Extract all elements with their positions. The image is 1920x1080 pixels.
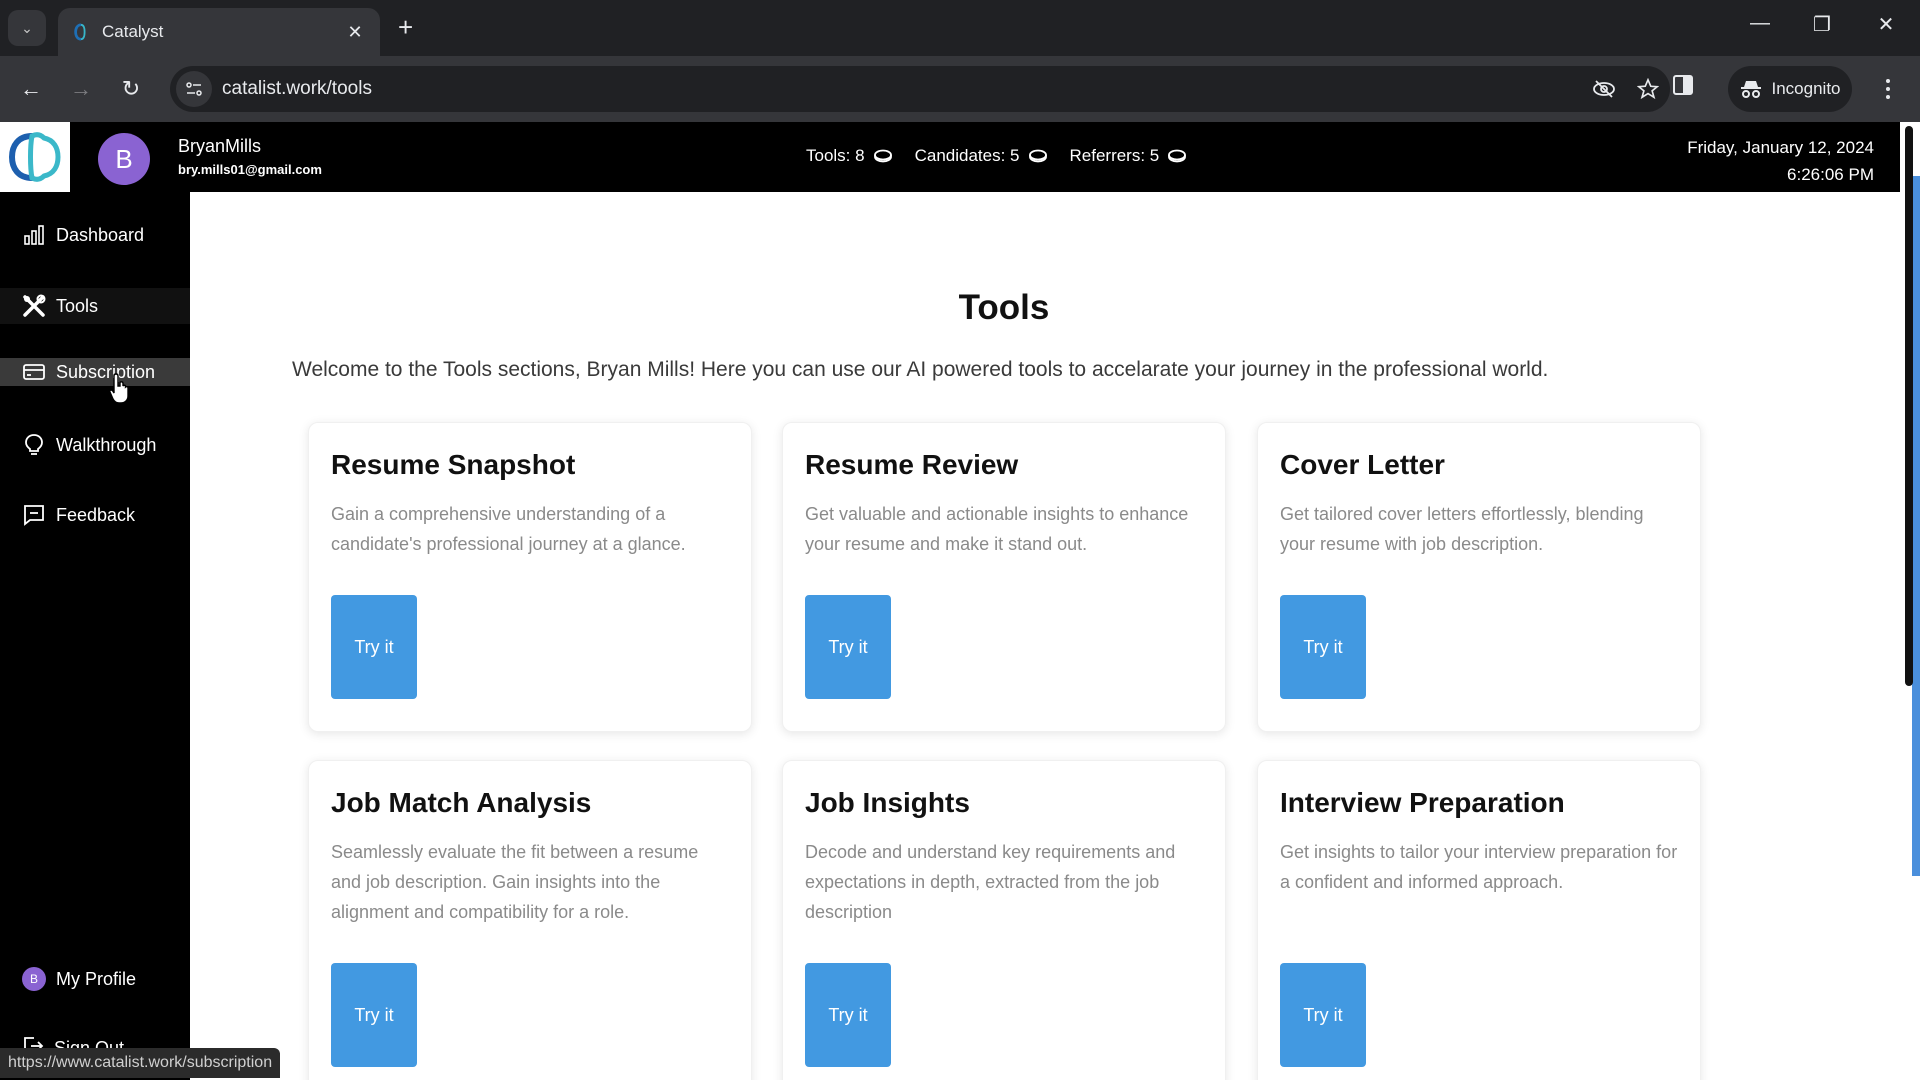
stat-label: Candidates: 5 [914,146,1020,165]
new-tab-button[interactable]: + [398,12,413,42]
try-it-button[interactable]: Try it [805,963,891,1067]
url-text: catalist.work/tools [222,78,372,99]
try-it-button[interactable]: Try it [1280,595,1366,699]
user-email: bry.mills01@gmail.com [178,162,322,177]
card-title: Cover Letter [1280,449,1445,480]
sidebar-item-label: Feedback [56,504,136,525]
card-title: Job Insights [805,787,970,818]
message-icon [22,503,46,527]
address-bar[interactable]: catalist.work/tools [170,66,1670,112]
tool-card-cover-letter: Cover Letter Get tailored cover letters … [1257,422,1701,732]
catalyst-logo-icon [8,132,61,182]
card-title: Resume Snapshot [331,449,576,480]
datetime: Friday, January 12, 2024 6:26:06 PM [1687,134,1874,188]
user-name: BryanMills [178,136,262,156]
browser-toolbar: ← → ↻ catalist.work/tools Incognito [0,56,1920,122]
stat-label: Tools: 8 [806,146,865,165]
link-status-tooltip: https://www.catalist.work/subscription [0,1048,281,1078]
profile-avatar: B [22,967,46,991]
coin-icon [1028,149,1047,163]
eye-off-icon[interactable] [1582,79,1626,99]
current-time: 6:26:06 PM [1787,165,1874,184]
side-panel-icon[interactable] [1672,74,1694,101]
current-date: Friday, January 12, 2024 [1687,138,1874,157]
browser-menu-icon[interactable] [1876,72,1900,106]
stat-tools: Tools: 8 [806,146,893,166]
minimize-icon[interactable]: — [1740,12,1780,35]
card-title: Interview Preparation [1280,787,1565,818]
coin-icon [873,149,892,163]
scrollbar-accent-strip [1912,176,1920,876]
main-content: Tools Welcome to the Tools sections, Bry… [190,192,1900,1080]
tool-card-job-match-analysis: Job Match Analysis Seamlessly evaluate t… [308,760,752,1080]
sidebar-item-subscription[interactable]: Subscription [0,358,190,386]
reload-icon[interactable]: ↻ [114,72,148,106]
tool-card-resume-snapshot: Resume Snapshot Gain a comprehensive und… [308,422,752,732]
hand-pointer-cursor-icon [109,373,129,404]
catalyst-favicon-icon [74,23,86,41]
forward-arrow-icon[interactable]: → [64,72,98,106]
tool-card-resume-review: Resume Review Get valuable and actionabl… [782,422,1226,732]
incognito-icon [1740,81,1761,98]
coin-icon [1168,149,1187,163]
sidebar-item-label: Walkthrough [56,434,157,455]
catalyst-logo[interactable] [0,122,70,192]
page-title: Tools [958,288,1050,327]
card-description: Seamlessly evaluate the fit between a re… [331,842,699,922]
bookmark-star-icon[interactable] [1626,78,1670,100]
sidebar-item-label: Dashboard [56,224,145,245]
card-description: Decode and understand key requirements a… [805,842,1176,922]
user-avatar[interactable]: B [98,133,150,185]
sidebar-item-dashboard[interactable]: Dashboard [0,218,190,252]
sidebar-item-walkthrough[interactable]: Walkthrough [0,428,190,462]
credit-card-icon [22,360,46,384]
try-it-button[interactable]: Try it [331,963,417,1067]
sidebar-item-my-profile[interactable]: B My Profile [0,962,190,996]
card-title: Resume Review [805,449,1019,480]
try-it-button[interactable]: Try it [805,595,891,699]
card-title: Job Match Analysis [331,787,592,818]
try-it-button[interactable]: Try it [331,595,417,699]
card-description: Get insights to tailor your interview pr… [1280,842,1678,892]
card-description: Gain a comprehensive understanding of a … [331,504,686,554]
incognito-label: Incognito [1771,79,1841,98]
tool-card-job-insights: Job Insights Decode and understand key r… [782,760,1226,1080]
incognito-indicator[interactable]: Incognito [1728,66,1852,112]
sidebar-item-label: My Profile [56,968,137,989]
try-it-button[interactable]: Try it [1280,963,1366,1067]
chevron-down-icon: ⌄ [21,19,33,36]
sidebar: Dashboard Tools Subscription Walkthrough… [0,192,190,1080]
sidebar-item-feedback[interactable]: Feedback [0,498,190,532]
sidebar-item-tools[interactable]: Tools [0,288,190,324]
stat-candidates: Candidates: 5 [915,146,1048,166]
card-description: Get tailored cover letters effortlessly,… [1280,504,1644,554]
bar-chart-icon [22,223,46,247]
app-header: B BryanMills bry.mills01@gmail.com Tools… [0,122,1900,192]
tab-title: Catalyst [102,22,164,41]
site-info-icon[interactable] [176,71,212,107]
browser-tab[interactable]: Catalyst ✕ [58,8,380,56]
lightbulb-icon [22,433,46,457]
browser-tabstrip: ⌄ Catalyst ✕ + — ❐ ✕ [0,0,1920,56]
sidebar-item-label: Subscription [56,361,156,382]
scrollbar-thumb[interactable] [1905,126,1913,686]
credit-stats: Tools: 8 Candidates: 5 Referrers: 5 [806,146,1187,166]
stat-referrers: Referrers: 5 [1070,146,1188,166]
close-tab-icon[interactable]: ✕ [344,22,366,43]
tools-icon [22,294,46,318]
tab-search-button[interactable]: ⌄ [8,10,46,46]
close-window-icon[interactable]: ✕ [1866,12,1906,37]
card-description: Get valuable and actionable insights to … [805,504,1189,554]
restore-icon[interactable]: ❐ [1802,12,1842,37]
welcome-text: Welcome to the Tools sections, Bryan Mil… [292,358,1549,381]
tool-card-interview-preparation: Interview Preparation Get insights to ta… [1257,760,1701,1080]
back-arrow-icon[interactable]: ← [14,72,48,106]
stat-label: Referrers: 5 [1069,146,1160,165]
sidebar-item-label: Tools [56,295,99,316]
